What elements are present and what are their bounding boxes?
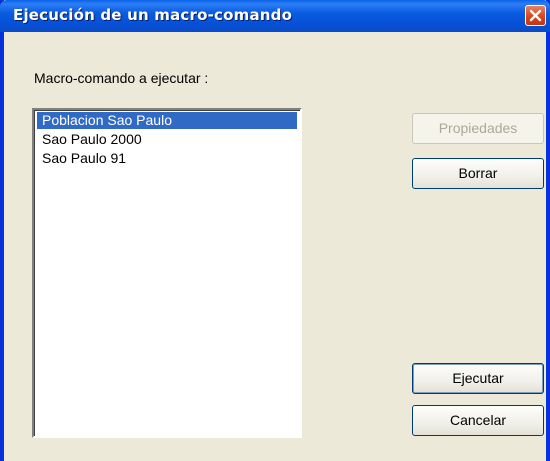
propiedades-button[interactable]: Propiedades bbox=[412, 113, 544, 144]
borrar-button[interactable]: Borrar bbox=[412, 158, 544, 189]
list-item[interactable]: Sao Paulo 2000 bbox=[37, 131, 297, 148]
list-item[interactable]: Sao Paulo 91 bbox=[37, 150, 297, 167]
dialog-window: Ejecución de un macro-comando Macro-coma… bbox=[0, 0, 550, 461]
title-bar[interactable]: Ejecución de un macro-comando bbox=[0, 0, 550, 32]
macro-listbox[interactable]: Poblacion Sao Paulo Sao Paulo 2000 Sao P… bbox=[32, 108, 302, 438]
list-item[interactable]: Poblacion Sao Paulo bbox=[37, 112, 297, 129]
cancelar-button[interactable]: Cancelar bbox=[412, 405, 544, 436]
macro-list-label: Macro-comando a ejecutar : bbox=[34, 70, 209, 86]
close-icon bbox=[529, 9, 542, 22]
close-button[interactable] bbox=[525, 5, 546, 26]
window-title: Ejecución de un macro-comando bbox=[13, 6, 293, 24]
ejecutar-button[interactable]: Ejecutar bbox=[412, 363, 544, 394]
